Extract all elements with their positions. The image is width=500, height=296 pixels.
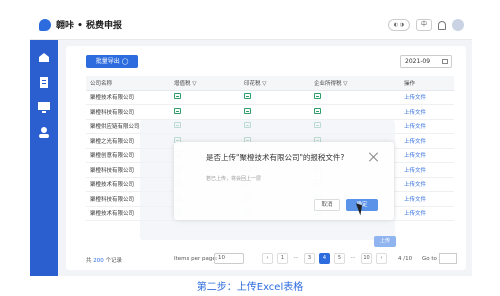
stamp-cell[interactable] [240, 90, 310, 105]
avatar[interactable] [452, 19, 464, 31]
spreadsheet-icon[interactable] [244, 107, 251, 114]
batch-export-button[interactable]: 批量导出 ◯ [86, 55, 138, 68]
theme-toggle[interactable]: ◐ ◑ [388, 19, 410, 31]
table-row: 聚橙科技有限公司 上传文件 [86, 104, 454, 120]
page-button: ... [293, 254, 299, 260]
home-icon[interactable] [38, 52, 50, 63]
top-actions: ◐ ◑ 中 [388, 17, 464, 33]
spreadsheet-icon[interactable] [174, 93, 181, 100]
company-name: 聚橙科技有限公司 [86, 104, 170, 120]
upload-button[interactable]: 上传 [374, 236, 396, 247]
page-button: ... [350, 254, 356, 260]
page-of: 4 /10 [398, 256, 413, 262]
vat-cell[interactable] [170, 90, 240, 105]
upload-file-link[interactable]: 上传文件 [400, 191, 454, 207]
page-button[interactable]: 3 [304, 253, 315, 264]
col-income[interactable]: 企业所得税 ▽ [310, 76, 400, 91]
page-button[interactable]: 10 [361, 253, 372, 264]
goto-label: Go to [422, 256, 437, 262]
language-switch[interactable]: 中 [416, 19, 432, 31]
upload-file-link[interactable]: 上传文件 [400, 162, 454, 178]
goto-input[interactable] [439, 253, 457, 264]
sidebar [30, 40, 58, 276]
col-company: 公司名称 [86, 76, 170, 91]
month-value: 2021-09 [405, 58, 431, 65]
col-operation: 操作 [400, 76, 454, 91]
total-records: 共 200 个记录 [86, 258, 123, 264]
upload-file-link[interactable]: 上传文件 [400, 177, 454, 192]
page-button[interactable]: 4 [319, 253, 330, 264]
income-cell[interactable] [310, 104, 400, 120]
upload-file-link[interactable]: 上传文件 [400, 206, 454, 221]
step-caption: 第二步：上传Excel表格 [196, 282, 304, 293]
dialog-title: 是否上传"聚橙技术有限公司"的报税文件? [206, 153, 345, 162]
page-list: ‹ 1... 3 4 5... 10 › [262, 253, 387, 264]
items-per-page-select[interactable]: 10 [214, 253, 244, 264]
calendar-icon [442, 59, 448, 64]
upload-file-link[interactable]: 上传文件 [400, 133, 454, 149]
spreadsheet-icon[interactable] [314, 93, 321, 100]
logo-icon [39, 19, 51, 31]
vat-cell[interactable] [170, 104, 240, 120]
stamp-cell[interactable] [240, 104, 310, 120]
app-title: 翱咔 • 税费申报 [56, 21, 123, 31]
close-icon[interactable] [368, 151, 380, 163]
company-name: 聚橙技术有限公司 [86, 90, 170, 105]
upload-file-link[interactable]: 上传文件 [400, 148, 454, 163]
spreadsheet-icon[interactable] [314, 107, 321, 114]
month-picker[interactable]: 2021-09 [400, 55, 452, 68]
col-vat[interactable]: 增值税 ▽ [170, 76, 240, 91]
upload-file-link[interactable]: 上传文件 [400, 90, 454, 105]
page-button[interactable]: 5 [334, 253, 345, 264]
cancel-button[interactable]: 取消 [314, 199, 340, 211]
prev-page-button[interactable]: ‹ [262, 253, 273, 264]
upload-file-link[interactable]: 上传文件 [400, 104, 454, 120]
spreadsheet-icon[interactable] [244, 93, 251, 100]
pagination: 共 200 个记录 Items per page: 10 ‹ 1... 3 4 5...… [86, 253, 457, 265]
upload-file-link[interactable]: 上传文件 [400, 119, 454, 134]
user-icon[interactable] [38, 127, 50, 138]
col-stamp[interactable]: 印花税 ▽ [240, 76, 310, 91]
spreadsheet-icon[interactable] [174, 107, 181, 114]
monitor-icon[interactable] [38, 102, 50, 113]
page-button[interactable]: 1 [277, 253, 288, 264]
next-page-button[interactable]: › [376, 253, 387, 264]
document-icon[interactable] [38, 77, 50, 88]
app-window: 翱咔 • 税费申报 ◐ ◑ 中 批量导出 ◯ 2021-09 公司名称 增值税 … [30, 10, 472, 276]
top-bar: 翱咔 • 税费申报 ◐ ◑ 中 [30, 10, 472, 40]
table-header: 公司名称 增值税 ▽ 印花税 ▽ 企业所得税 ▽ 操作 [86, 76, 454, 91]
income-cell[interactable] [310, 90, 400, 105]
bell-icon[interactable] [438, 20, 446, 30]
table-row: 聚橙技术有限公司 上传文件 [86, 90, 454, 105]
items-per-page-label: Items per page: [174, 256, 218, 262]
dialog-description: 若已上传，将会回上一层 [206, 176, 262, 182]
